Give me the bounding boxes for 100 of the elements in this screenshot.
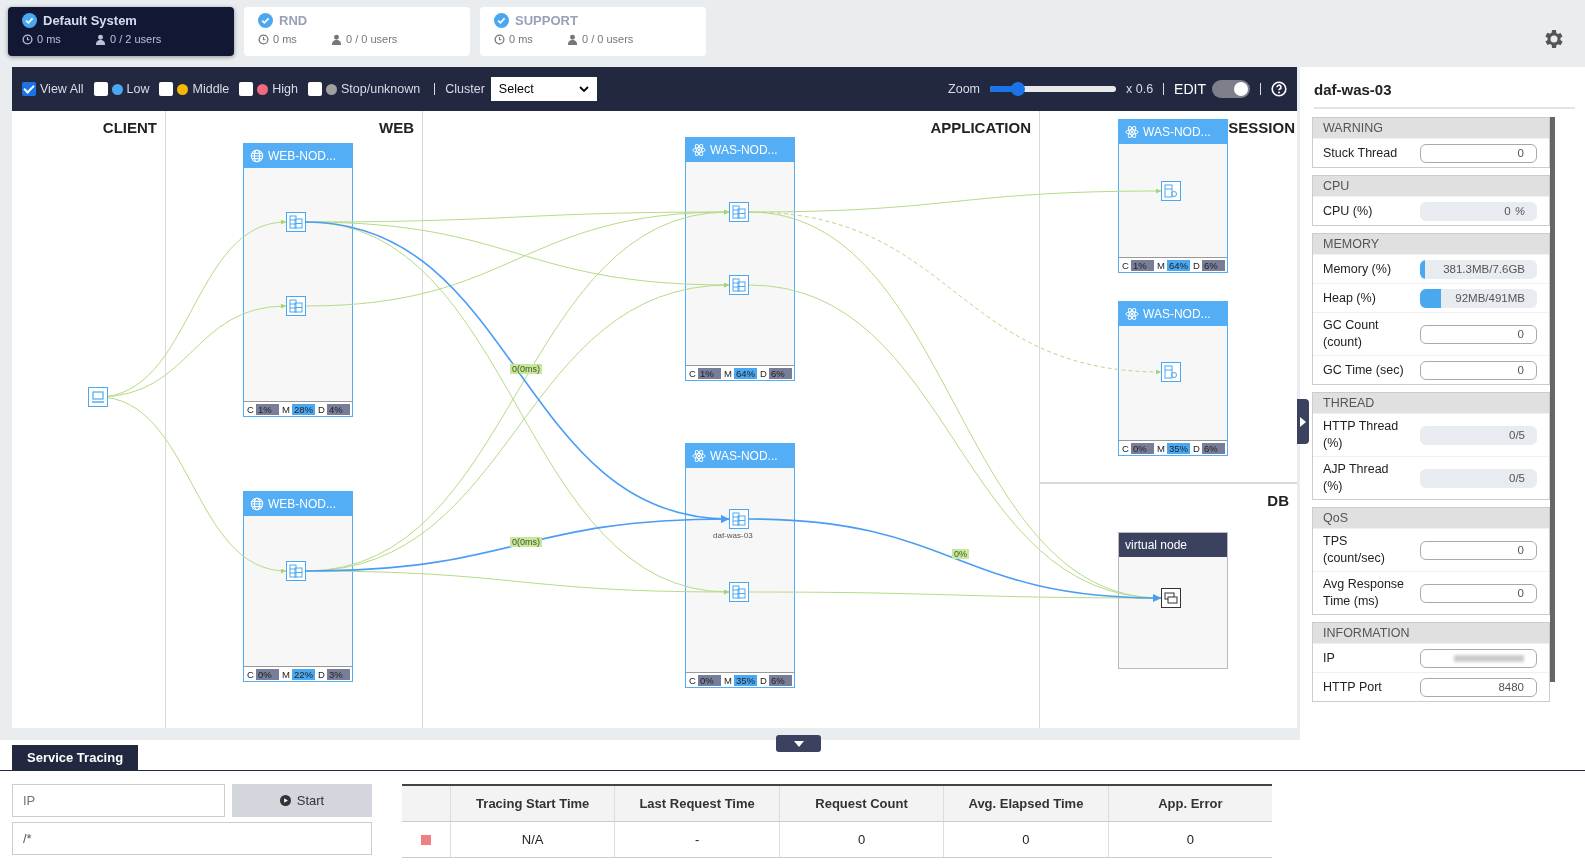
- view-all-checkbox[interactable]: View All: [22, 82, 84, 96]
- node-card[interactable]: virtual node: [1118, 532, 1228, 669]
- user-count: 0 / 2 users: [110, 33, 162, 45]
- system-tab[interactable]: Default System 0 ms 0 / 2 users: [8, 7, 234, 56]
- metric-label: C: [689, 367, 696, 379]
- metric-label: D: [1193, 259, 1200, 271]
- filter-label: Middle: [192, 82, 230, 96]
- node-title: WAS-NOD...: [710, 449, 778, 463]
- table-cell: 0: [779, 822, 945, 857]
- metric-label: Heap (%): [1323, 289, 1377, 307]
- metric-value: 6%: [1201, 442, 1225, 454]
- server-icon[interactable]: [286, 212, 306, 232]
- clock-icon: [494, 33, 505, 45]
- user-count: 0 / 0 users: [346, 33, 398, 45]
- expand-button[interactable]: [1297, 399, 1309, 444]
- metric-value: 64%: [733, 367, 757, 379]
- check-circle-icon: [258, 13, 273, 28]
- ip-input[interactable]: IP: [12, 784, 225, 817]
- checkbox[interactable]: [93, 82, 108, 96]
- server-icon[interactable]: [729, 509, 749, 529]
- server-icon[interactable]: [729, 275, 749, 295]
- node-card[interactable]: WAS-NOD... C 1% M 64% D 6%: [1118, 119, 1228, 273]
- metric-label: IP: [1323, 649, 1336, 667]
- node-card[interactable]: WAS-NOD... C 0% M 35% D 6%: [1118, 301, 1228, 456]
- edge-label: 0(0ms): [510, 537, 542, 547]
- user-count: 0 / 0 users: [582, 33, 634, 45]
- edit-toggle[interactable]: [1212, 80, 1250, 98]
- metric-label: D: [318, 668, 325, 680]
- metric-label: M: [1157, 259, 1165, 271]
- metric-value: 6%: [768, 674, 792, 686]
- metric-label: D: [760, 674, 767, 686]
- value-field: 0: [1420, 324, 1537, 344]
- value-field: 0: [1420, 143, 1537, 163]
- filter-label: Low: [126, 82, 150, 96]
- atom-icon: [692, 143, 706, 157]
- section-header: WARNING: [1313, 118, 1549, 138]
- edge-label: 0%: [952, 549, 969, 559]
- metric-label: GC Time (sec): [1323, 361, 1405, 379]
- help-icon[interactable]: [1271, 81, 1287, 97]
- checkbox[interactable]: [22, 82, 36, 96]
- node-card[interactable]: WAS-NOD... C 1% M 64% D 6%: [685, 137, 795, 381]
- section-header: THREAD: [1313, 393, 1549, 413]
- caret-icon: [578, 86, 589, 92]
- column-title: SESSION: [1228, 119, 1295, 136]
- system-tab[interactable]: SUPPORT 0 ms 0 / 0 users: [480, 7, 706, 56]
- metric-value: 4%: [326, 403, 350, 415]
- user-icon: [95, 33, 106, 45]
- user-icon: [567, 33, 578, 45]
- value-field: 0: [1420, 540, 1537, 560]
- gauge-bar: 0/5: [1420, 425, 1537, 445]
- cluster-dropdown[interactable]: Select: [490, 77, 597, 101]
- metric-value: 22%: [291, 668, 315, 680]
- metric-label: C: [1122, 442, 1129, 454]
- metric-label: GC Count (count): [1323, 317, 1380, 351]
- metric-value: 35%: [1166, 442, 1190, 454]
- gauge-bar: 0 %: [1420, 201, 1537, 221]
- metric-value: 3%: [326, 668, 350, 680]
- path-input[interactable]: /*: [12, 822, 372, 855]
- metric-value: 0%: [1130, 442, 1154, 454]
- system-name: Default System: [43, 13, 137, 28]
- metric-value: 1%: [255, 403, 279, 415]
- collapse-button[interactable]: [776, 735, 821, 752]
- atom-icon: [692, 449, 706, 463]
- column-header: Tracing Start Time: [451, 786, 616, 821]
- table-cell: -: [615, 822, 780, 857]
- server-icon[interactable]: [729, 202, 749, 222]
- column-header: Avg. Elapsed Time: [944, 786, 1109, 821]
- cluster-label: Cluster: [445, 82, 485, 96]
- checkbox[interactable]: [239, 82, 254, 96]
- panel-title: daf-was-03: [1314, 81, 1575, 109]
- server-icon[interactable]: [286, 296, 306, 316]
- table-cell: 0: [944, 822, 1109, 857]
- node-card[interactable]: WEB-NOD... C 1% M 28% D 4%: [243, 143, 353, 417]
- column-title: APPLICATION: [930, 119, 1031, 136]
- stack-icon[interactable]: [1161, 588, 1181, 608]
- service-tracing-tab[interactable]: Service Tracing: [12, 745, 139, 770]
- server-icon[interactable]: [729, 582, 749, 602]
- checkbox[interactable]: [308, 82, 323, 96]
- zoom-value: x 0.6: [1126, 82, 1154, 96]
- server-icon[interactable]: [286, 561, 306, 581]
- monitor-icon[interactable]: [88, 387, 108, 407]
- system-name: RND: [279, 13, 308, 28]
- node-title: WEB-NOD...: [268, 497, 336, 511]
- node-title: WAS-NOD...: [1143, 307, 1211, 321]
- column-header: App. Error: [1157, 795, 1224, 813]
- scrollbar[interactable]: [1550, 117, 1555, 682]
- node-title: WAS-NOD...: [710, 143, 778, 157]
- server-icon[interactable]: [1161, 181, 1181, 201]
- play-icon: [279, 795, 291, 806]
- start-button[interactable]: Start: [232, 784, 372, 817]
- checkbox[interactable]: [159, 82, 174, 96]
- system-tab[interactable]: RND 0 ms 0 / 0 users: [244, 7, 470, 56]
- server-icon[interactable]: [1161, 362, 1181, 382]
- node-title: virtual node: [1125, 538, 1188, 552]
- response-time: 0 ms: [509, 33, 534, 45]
- filter-label: Stop/unknown: [341, 82, 421, 96]
- node-card[interactable]: WEB-NOD... C 0% M 22% D 3%: [243, 491, 353, 682]
- section-header: QoS: [1313, 508, 1549, 528]
- metric-label: C: [1122, 259, 1129, 271]
- metric-label: M: [282, 668, 290, 680]
